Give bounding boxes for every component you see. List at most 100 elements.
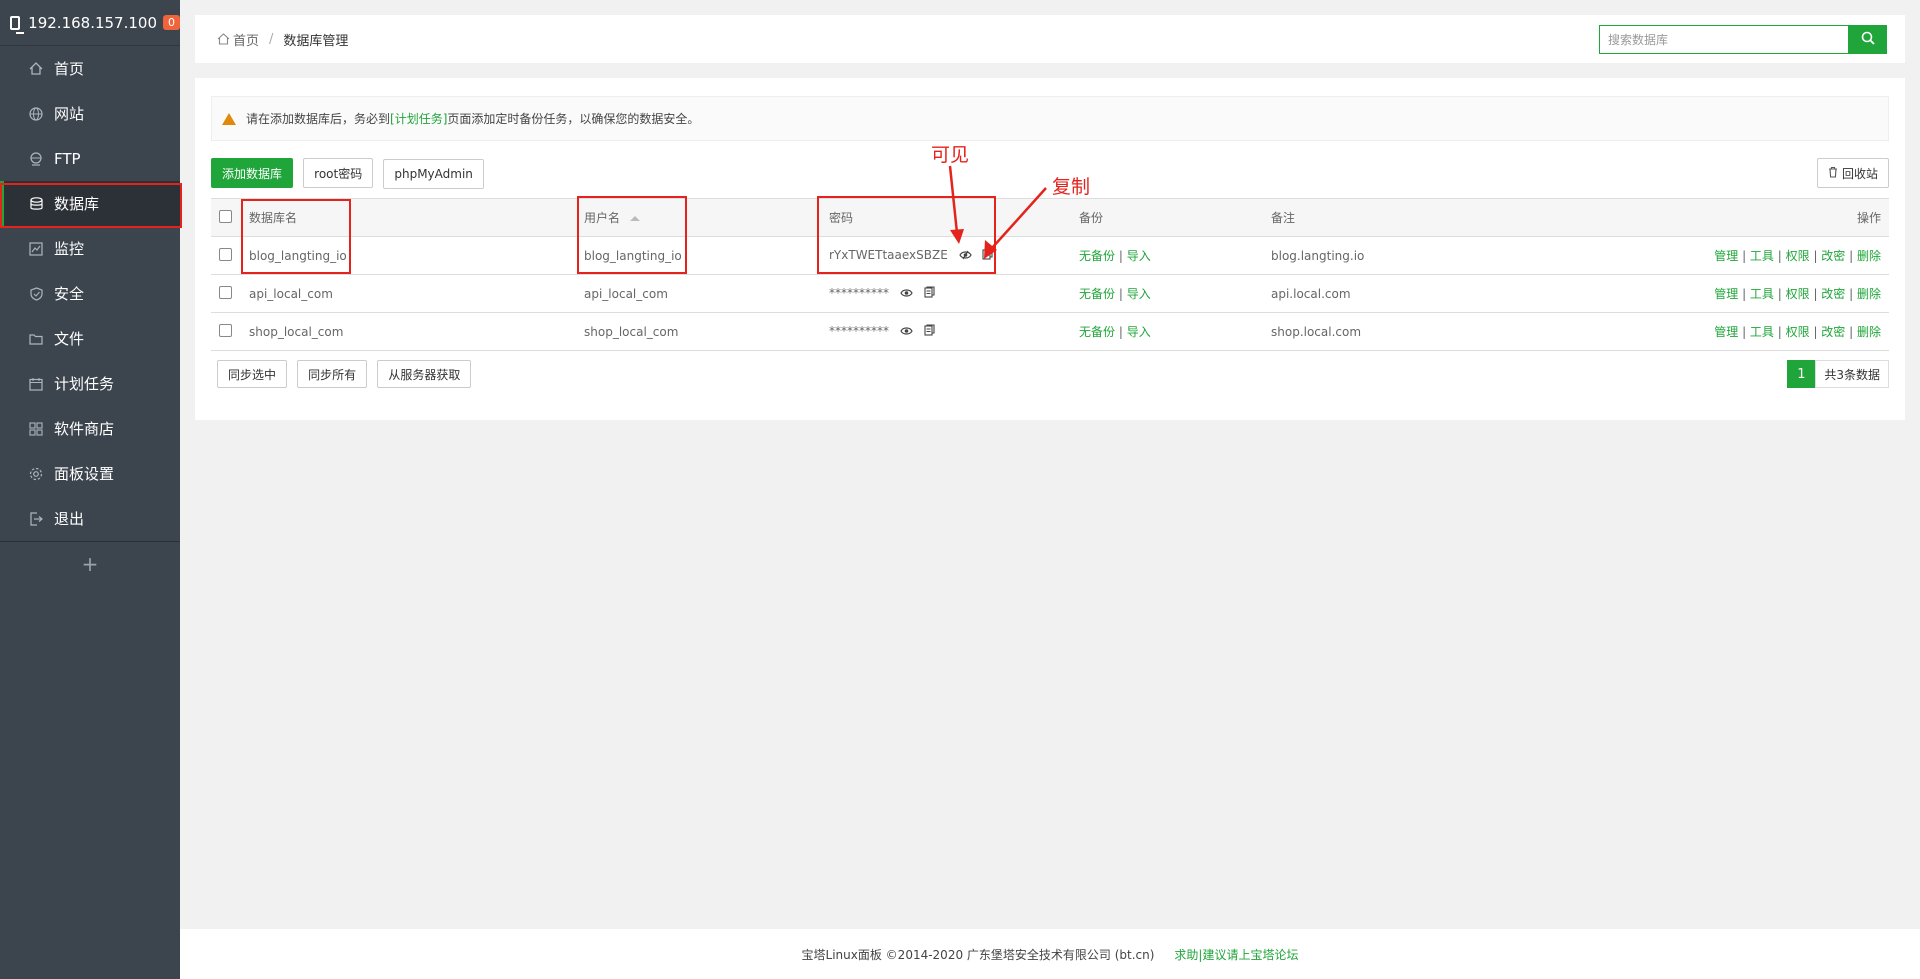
op-separator: | <box>1773 325 1786 339</box>
op-separator: | <box>1845 325 1857 339</box>
batch-actions: 同步选中 同步所有 从服务器获取 <box>217 360 477 388</box>
recycle-bin-button[interactable]: 回收站 <box>1816 158 1889 188</box>
server-host: 192.168.157.100 <box>28 13 157 32</box>
sidebar-item-label: 面板设置 <box>54 465 115 483</box>
no-backup-link[interactable]: 无备份 <box>1079 249 1115 263</box>
db-user: blog_langting_io <box>576 236 821 275</box>
logout-icon <box>28 511 44 527</box>
sidebar-item-label: 退出 <box>54 510 85 528</box>
sidebar-item-label: 监控 <box>54 240 85 258</box>
monitor-icon <box>10 15 25 34</box>
change-password-link[interactable]: 改密 <box>1821 287 1845 301</box>
manage-link[interactable]: 管理 <box>1714 325 1738 339</box>
db-note[interactable]: blog.langting.io <box>1263 236 1487 275</box>
sidebar-item-label: 安全 <box>54 285 85 303</box>
tools-link[interactable]: 工具 <box>1750 287 1774 301</box>
import-link[interactable]: 导入 <box>1127 287 1151 301</box>
search-button[interactable] <box>1849 25 1887 54</box>
sidebar-item-settings[interactable]: 面板设置 <box>0 451 180 496</box>
db-note[interactable]: shop.local.com <box>1263 312 1487 351</box>
total-count: 共3条数据 <box>1815 360 1889 388</box>
breadcrumb-separator: / <box>269 31 274 47</box>
sidebar-item-logout[interactable]: 退出 <box>0 496 180 541</box>
sidebar-item-ftp[interactable]: FTP <box>0 136 180 181</box>
forum-link[interactable]: 求助|建议请上宝塔论坛 <box>1174 946 1298 963</box>
folder-icon <box>28 331 44 347</box>
select-all-checkbox[interactable] <box>219 209 232 223</box>
sync-all-button[interactable]: 同步所有 <box>297 360 368 388</box>
col-header-password: 密码 <box>821 198 1071 237</box>
col-header-name[interactable]: 数据库名 <box>241 198 576 237</box>
copy-icon[interactable] <box>924 286 935 301</box>
db-password-cell: rYxTWETtaaexSBZE <box>821 236 1071 275</box>
page-number-current[interactable]: 1 <box>1787 360 1816 388</box>
row-checkbox[interactable] <box>219 247 232 261</box>
recycle-bin-label: 回收站 <box>1841 166 1878 181</box>
footer: 宝塔Linux面板 ©2014-2020 广东堡塔安全技术有限公司 (bt.cn… <box>180 929 1920 979</box>
trash-icon <box>1828 166 1838 181</box>
show-password-icon[interactable] <box>900 325 913 339</box>
sync-selected-button[interactable]: 同步选中 <box>217 360 288 388</box>
settings-gear-icon <box>28 466 44 482</box>
op-separator: | <box>1738 249 1750 263</box>
copy-icon[interactable] <box>924 324 935 339</box>
permission-link[interactable]: 权限 <box>1786 249 1810 263</box>
sidebar-item-home[interactable]: 首页 <box>0 46 180 91</box>
ops-cell: 管理 | 工具 | 权限 | 改密 | 删除 <box>1486 312 1889 351</box>
sidebar-item-store[interactable]: 软件商店 <box>0 406 180 451</box>
change-password-link[interactable]: 改密 <box>1821 249 1845 263</box>
db-user: shop_local_com <box>576 312 821 351</box>
manage-link[interactable]: 管理 <box>1714 249 1738 263</box>
import-link[interactable]: 导入 <box>1127 249 1151 263</box>
sidebar-item-label: 首页 <box>54 60 85 78</box>
db-name: shop_local_com <box>241 312 576 351</box>
copy-icon[interactable] <box>982 248 994 263</box>
breadcrumb-home[interactable]: 首页 <box>233 30 259 49</box>
sidebar-item-website[interactable]: 网站 <box>0 91 180 136</box>
permission-link[interactable]: 权限 <box>1786 287 1810 301</box>
root-password-button[interactable]: root密码 <box>303 158 374 188</box>
sidebar-item-label: FTP <box>54 149 81 168</box>
row-checkbox[interactable] <box>219 285 232 299</box>
add-shortcut-button[interactable]: + <box>0 541 180 585</box>
fetch-from-server-button[interactable]: 从服务器获取 <box>377 360 472 388</box>
monitor-chart-icon <box>28 241 44 257</box>
delete-link[interactable]: 删除 <box>1857 249 1881 263</box>
import-link[interactable]: 导入 <box>1127 325 1151 339</box>
col-header-user[interactable]: 用户名 <box>576 198 821 237</box>
tools-link[interactable]: 工具 <box>1750 249 1774 263</box>
sidebar-item-monitor[interactable]: 监控 <box>0 226 180 271</box>
server-header[interactable]: 192.168.157.100 0 <box>0 0 180 46</box>
globe-icon <box>28 106 44 122</box>
cron-link[interactable]: [计划任务] <box>390 110 447 127</box>
tools-link[interactable]: 工具 <box>1750 325 1774 339</box>
permission-link[interactable]: 权限 <box>1786 325 1810 339</box>
add-database-button[interactable]: 添加数据库 <box>211 158 294 188</box>
no-backup-link[interactable]: 无备份 <box>1079 287 1115 301</box>
change-password-link[interactable]: 改密 <box>1821 325 1845 339</box>
op-separator: | <box>1809 325 1822 339</box>
db-note[interactable]: api.local.com <box>1263 274 1487 313</box>
search-input[interactable] <box>1599 25 1849 54</box>
home-icon <box>217 33 230 45</box>
db-password-cell: ********** <box>821 312 1071 351</box>
sidebar-item-label: 文件 <box>54 330 85 348</box>
sidebar-item-files[interactable]: 文件 <box>0 316 180 361</box>
row-checkbox[interactable] <box>219 323 232 337</box>
db-password: ********** <box>829 286 889 300</box>
db-user: api_local_com <box>576 274 821 313</box>
hide-password-icon[interactable] <box>958 249 972 263</box>
no-backup-link[interactable]: 无备份 <box>1079 325 1115 339</box>
delete-link[interactable]: 删除 <box>1857 287 1881 301</box>
sidebar-item-cron[interactable]: 计划任务 <box>0 361 180 406</box>
phpmyadmin-button[interactable]: phpMyAdmin <box>383 158 484 189</box>
sidebar-item-database[interactable]: 数据库 <box>0 181 180 226</box>
sidebar-item-security[interactable]: 安全 <box>0 271 180 316</box>
show-password-icon[interactable] <box>900 287 913 301</box>
sidebar-item-label: 计划任务 <box>54 375 115 393</box>
manage-link[interactable]: 管理 <box>1714 287 1738 301</box>
op-separator: | <box>1738 325 1750 339</box>
notification-badge[interactable]: 0 <box>163 15 180 30</box>
delete-link[interactable]: 删除 <box>1857 325 1881 339</box>
op-separator: | <box>1809 249 1822 263</box>
